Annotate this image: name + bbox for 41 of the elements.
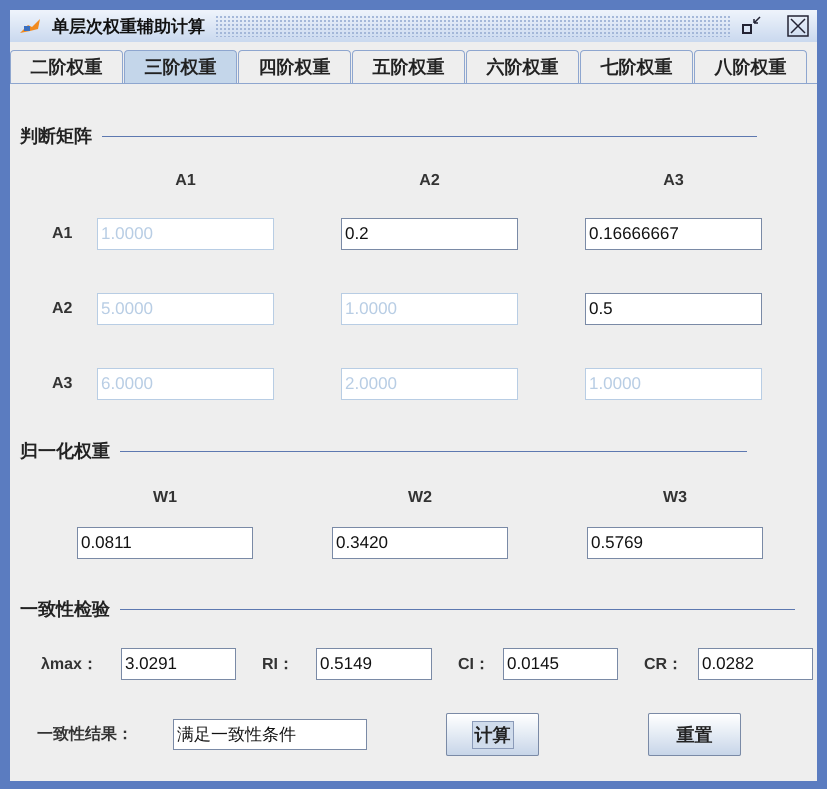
result-label: 一致性结果： [37, 724, 134, 745]
column-header: A1 [174, 172, 197, 191]
tab[interactable]: 八阶权重 [694, 50, 807, 83]
matrix-input[interactable]: 0.5 [585, 293, 762, 325]
tab[interactable]: 三阶权重 [124, 50, 237, 83]
button[interactable]: 重置 [648, 713, 741, 756]
tab[interactable]: 二阶权重 [10, 50, 123, 83]
column-header: A3 [662, 172, 685, 191]
row-header: A2 [51, 300, 74, 318]
tab[interactable]: 七阶权重 [580, 50, 693, 83]
metric-label: RI： [262, 654, 295, 674]
metric-field[interactable]: 0.0282 [698, 648, 813, 680]
section-title: 归一化权重 [20, 440, 110, 463]
section-title: 一致性检验 [20, 598, 110, 621]
result-field[interactable]: 满足一致性条件 [173, 719, 367, 750]
weight-field[interactable]: 0.3420 [332, 527, 508, 559]
metric-label: CR： [644, 654, 684, 674]
metric-field[interactable]: 3.0291 [121, 648, 236, 680]
close-icon[interactable] [787, 15, 809, 37]
matrix-input[interactable]: 0.2 [341, 218, 518, 250]
weight-field[interactable]: 0.5769 [587, 527, 763, 559]
column-header: W2 [407, 489, 433, 508]
column-header: W3 [662, 489, 688, 508]
restore-icon[interactable] [741, 16, 763, 36]
row-header: A1 [51, 225, 74, 243]
metric-label: CI： [458, 654, 491, 674]
tab[interactable]: 六阶权重 [466, 50, 579, 83]
tab[interactable]: 四阶权重 [238, 50, 351, 83]
tab[interactable]: 五阶权重 [352, 50, 465, 83]
section-title: 判断矩阵 [20, 125, 92, 148]
button[interactable]: 计算 [446, 713, 539, 756]
metric-label: λmax： [41, 654, 99, 674]
app-icon [18, 17, 42, 35]
weight-field[interactable]: 0.0811 [77, 527, 253, 559]
metric-field[interactable]: 0.5149 [316, 648, 432, 680]
metric-field[interactable]: 0.0145 [503, 648, 618, 680]
matrix-input[interactable]: 0.16666667 [585, 218, 762, 250]
window-title: 单层次权重辅助计算 [52, 16, 205, 38]
column-header: W1 [152, 489, 178, 508]
column-header: A2 [418, 172, 441, 191]
row-header: A3 [51, 375, 74, 393]
